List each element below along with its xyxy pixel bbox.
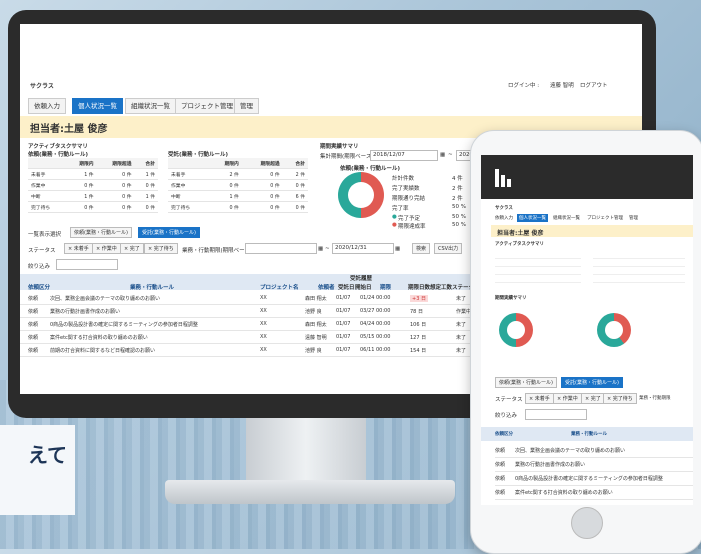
table-row: 完了待ち 0 件0 件0 件 [168,201,308,213]
table-row: 作業中 0 件0 件0 件 [168,179,308,191]
monitor-stand-base [165,480,455,504]
summary-table-requests: 期限内 期限超過 合計 未着手 1 件0 件1 件 作業中 0 件0 件0 件 中断 1 … [28,158,158,213]
date-from-input[interactable] [245,243,317,254]
col-header: 期限内 [65,158,97,169]
table-row: 完了待ち 0 件0 件0 件 [28,201,158,213]
phone-mode-tab-requests[interactable]: 依頼(業務・行動ルール) [495,377,557,388]
status-label: ステータス [28,248,56,254]
group-header: 受託履歴 [350,276,373,282]
list-mode-label: 一覧表示選択 [28,232,62,238]
mode-tab-received[interactable]: 受託(業務・行動ルール) [138,227,200,238]
tab-org-status[interactable]: 組織状況一覧 [125,98,176,114]
logout-link[interactable]: ログアウト [580,81,608,89]
phone-date-label: 業務・行動期限 [639,396,671,401]
phone-chip[interactable]: × 完了待ち [603,393,637,404]
status-chip-in-progress[interactable]: × 作業中 [92,243,121,254]
status-chip-not-started[interactable]: × 未着手 [64,243,93,254]
phone-tab[interactable]: 組織状況一覧 [553,215,580,221]
summary-table2-caption: 受託(業務・行動ルール) [168,152,229,158]
period-chart-caption: 依頼(業務・行動ルール) [340,166,401,172]
phone-period-title: 期間実績サマリ [495,296,527,301]
phone-status-label: ステータス [495,397,523,403]
phone-chip[interactable]: × 完了 [581,393,605,404]
csv-export-button[interactable]: CSV出力 [434,243,463,254]
status-chip-done[interactable]: × 完了 [120,243,144,254]
phone-donut-chart-2 [597,313,631,347]
phone-chip[interactable]: × 未着手 [525,393,554,404]
summary-table-received: 期限内 期限超過 合計 未着手 2 件0 件2 件 作業中 0 件0 件0 件 中断 1 … [168,158,308,213]
smartphone: サクラス 依頼入力 個人状況一覧 組織状況一覧 プロジェクト管理 管理 担当者:… [470,130,701,554]
phone-list-item[interactable]: 依頼 業務の行動計画書作成のお願い [495,457,693,472]
app-logo: サクラス [30,83,54,90]
search-button[interactable]: 検索 [412,243,431,254]
summary-title: アクティブタスクサマリ [28,144,88,150]
phone-filter-input[interactable] [525,409,587,420]
date-filter-label: 業務・行動期限(期限ベース) [182,248,253,254]
app-bar-logo-icon [495,167,515,187]
monitor-stand-neck [246,418,366,480]
col-header: 期限超過 [96,158,135,169]
tab-request-input[interactable]: 依頼入力 [28,98,66,114]
phone-tab-active[interactable]: 個人状況一覧 [517,214,548,222]
phone-header [481,155,693,199]
tab-personal-status[interactable]: 個人状況一覧 [72,98,123,114]
period-range-label: 集計期間(期限ベース) [320,154,374,160]
table-row: 未着手 2 件0 件2 件 [168,168,308,180]
range-tilde: ~ [448,152,453,158]
filter-label: 絞り込み [28,264,51,270]
col-header [28,158,66,169]
table-row: 中断 1 件0 件1 件 [28,190,158,202]
phone-mode-tab-received[interactable]: 受託(業務・行動ルール) [561,377,623,388]
phone-assignee-banner: 担当者:土屋 俊彦 [491,225,693,237]
phone-tab[interactable]: 管理 [629,215,638,221]
calendar-icon[interactable]: ▦ [440,152,445,158]
filter-input[interactable] [56,259,118,270]
phone-app-logo: サクラス [495,206,513,211]
period-title: 期間実績サマリ [320,144,359,150]
table-row: 中断 1 件0 件6 件 [168,190,308,202]
phone-chip[interactable]: × 作業中 [553,393,582,404]
phone-home-button[interactable] [571,507,603,539]
period-from-input[interactable]: 2018/12/07 [370,150,438,161]
phone-tab[interactable]: プロジェクト管理 [587,215,623,221]
mode-tab-requests[interactable]: 依頼(業務・行動ルール) [70,227,132,238]
tab-project-mgmt[interactable]: プロジェクト管理 [175,98,239,114]
tab-admin[interactable]: 管理 [234,98,259,114]
phone-filter-label: 絞り込み [495,413,518,419]
phone-tab[interactable]: 依頼入力 [495,215,513,221]
phone-list-item[interactable]: 依頼 案件etc関する打合資料の取り纏めのお願い [495,485,693,500]
table-header-row: 期限内 期限超過 合計 [168,158,308,169]
date-to-input[interactable]: 2020/12/31 [332,243,394,254]
table-row: 作業中 0 件0 件0 件 [28,179,158,191]
summary-table1-caption: 依頼(業務・行動ルール) [28,152,89,158]
phone-list-item[interactable]: 依頼 0商品の製品設計書の確定に関するミーティングの参加者日程調整 [495,471,693,486]
phone-list-header: 依頼区分 業務・行動ルール [481,427,693,441]
calendar-icon[interactable]: ▦ [395,246,400,252]
completion-donut-chart [338,172,384,218]
col-header: 合計 [134,158,158,169]
status-chip-awaiting[interactable]: × 完了待ち [144,243,178,254]
login-info: ログイン中 : [508,83,540,89]
caption-text: えて [0,425,75,515]
table-row: 未着手 1 件0 件1 件 [28,168,158,180]
login-user: 遠藤 智明 [550,83,574,89]
phone-summary-title: アクティブタスクサマリ [495,242,545,247]
phone-list-item[interactable]: 依頼 次回、業務企画会議のテーマの取り纏めのお願い [495,443,693,458]
phone-donut-chart-1 [499,313,533,347]
table-header-row: 期限内 期限超過 合計 [28,158,158,169]
calendar-icon[interactable]: ▦ [318,246,323,252]
assignee-title: 担当者:土屋 俊彦 [30,124,108,135]
phone-screen: サクラス 依頼入力 個人状況一覧 組織状況一覧 プロジェクト管理 管理 担当者:… [481,155,693,505]
